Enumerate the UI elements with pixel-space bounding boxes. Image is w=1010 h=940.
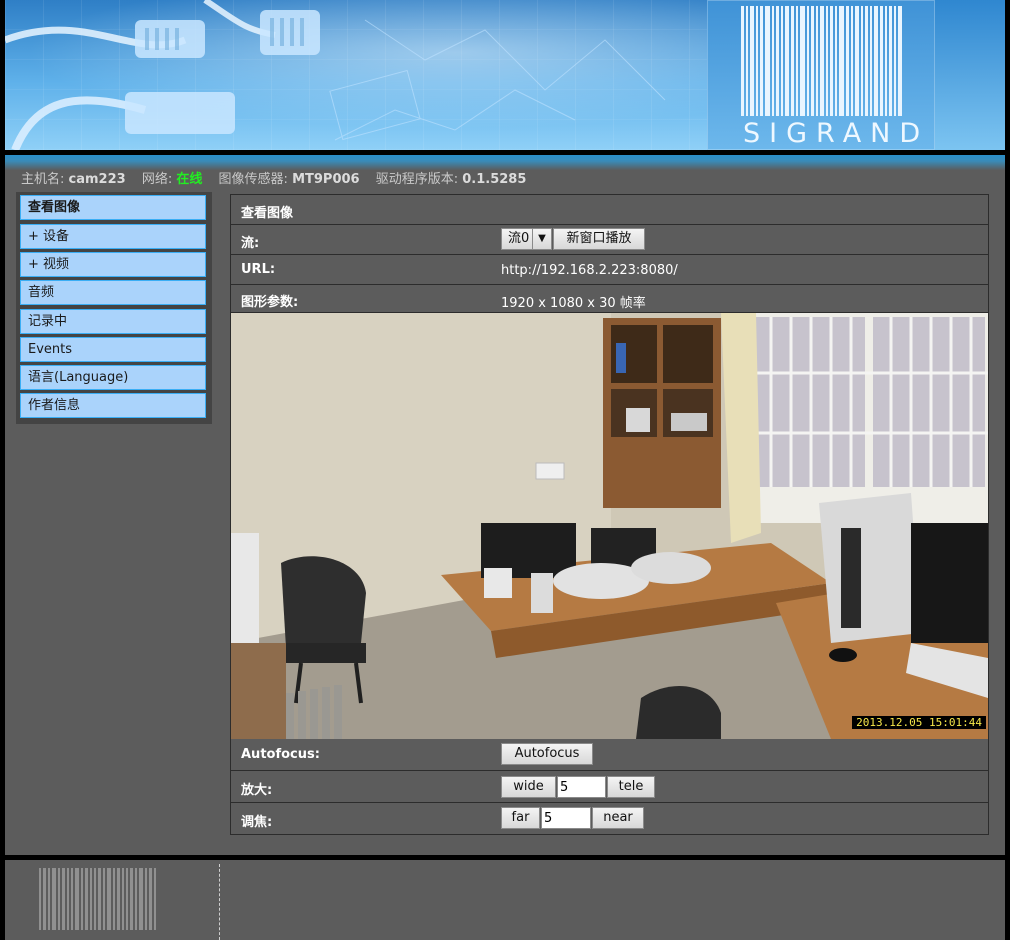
autofocus-label: Autofocus: <box>241 747 320 762</box>
driver-version-label: 驱动程序版本: <box>375 172 459 187</box>
focus-step-input[interactable] <box>541 807 591 829</box>
header-banner: SIGRAND <box>5 0 1005 150</box>
sensor-value: MT9P006 <box>292 172 360 187</box>
sidebar-item-about[interactable]: 作者信息 <box>20 393 206 418</box>
host-value: cam223 <box>68 172 126 187</box>
host-label: 主机名: <box>21 172 65 187</box>
status-bar: 主机名: cam223 网络: 在线 图像传感器: MT9P006 驱动程序版本… <box>5 155 1005 189</box>
footer-divider <box>219 864 220 940</box>
zoom-step-input[interactable] <box>557 776 606 798</box>
logo-panel: SIGRAND <box>707 0 935 150</box>
zoom-tele-button[interactable]: tele <box>607 776 655 798</box>
driver-version-value: 0.1.5285 <box>462 172 527 187</box>
sidebar-item-audio[interactable]: 音频 <box>20 280 206 305</box>
banner-right-edge <box>935 0 1005 150</box>
graphics-params-label: 图形参数: <box>241 295 299 310</box>
url-value: http://192.168.2.223:8080/ <box>501 263 678 278</box>
footer <box>5 860 1005 940</box>
autofocus-button[interactable]: Autofocus <box>501 743 593 765</box>
network-status-value: 在线 <box>176 172 203 187</box>
zoom-wide-button[interactable]: wide <box>501 776 556 798</box>
network-label: 网络: <box>141 172 173 187</box>
graphics-params-row: 图形参数: 1920 x 1080 x 30 帧率 <box>231 285 988 313</box>
url-label: URL: <box>241 262 276 277</box>
stream-row: 流: 流0 ▼ 新窗口播放 <box>231 225 988 255</box>
stream-label: 流: <box>241 236 260 251</box>
sidebar-item-recording[interactable]: 记录中 <box>20 309 206 334</box>
zoom-row: 放大: wide tele <box>231 771 988 803</box>
camera-live-image[interactable]: 2013.12.05 15:01:44 <box>231 313 988 739</box>
new-window-play-button[interactable]: 新窗口播放 <box>553 228 645 250</box>
sidebar-item-device[interactable]: + 设备 <box>20 224 206 249</box>
panel-title: 查看图像 <box>241 206 294 221</box>
footer-barcode-logo <box>39 868 158 930</box>
status-line: 主机名: cam223 网络: 在线 图像传感器: MT9P006 驱动程序版本… <box>21 168 526 187</box>
panel-title-row: 查看图像 <box>231 195 988 225</box>
chevron-down-icon: ▼ <box>532 229 551 249</box>
stream-select[interactable]: 流0 ▼ <box>501 228 552 250</box>
sidebar-item-events[interactable]: Events <box>20 337 206 362</box>
focus-label: 调焦: <box>241 815 273 830</box>
stream-select-value: 流0 <box>508 231 530 246</box>
network-cable-illustration <box>5 0 666 150</box>
sidebar-item-view-image[interactable]: 查看图像 <box>20 195 206 220</box>
sensor-label: 图像传感器: <box>218 172 288 187</box>
focus-far-button[interactable]: far <box>501 807 540 829</box>
zoom-label: 放大: <box>241 783 273 798</box>
sidebar-item-video[interactable]: + 视频 <box>20 252 206 277</box>
barcode-logo <box>741 6 904 116</box>
url-row: URL: http://192.168.2.223:8080/ <box>231 255 988 285</box>
view-image-panel: 查看图像 流: 流0 ▼ 新窗口播放 URL: http://192.168.2… <box>230 194 989 835</box>
focus-row: 调焦: far near <box>231 803 988 834</box>
sidebar-menu: 查看图像 + 设备 + 视频 音频 记录中 Events 语言(Language… <box>16 192 212 424</box>
focus-near-button[interactable]: near <box>592 807 644 829</box>
graphics-params-value: 1920 x 1080 x 30 帧率 <box>501 296 646 311</box>
camera-scene <box>231 313 988 739</box>
brand-logo-text: SIGRAND <box>743 118 930 149</box>
autofocus-row: Autofocus: Autofocus <box>231 739 988 771</box>
camera-timestamp-overlay: 2013.12.05 15:01:44 <box>852 716 986 729</box>
sidebar-item-language[interactable]: 语言(Language) <box>20 365 206 390</box>
